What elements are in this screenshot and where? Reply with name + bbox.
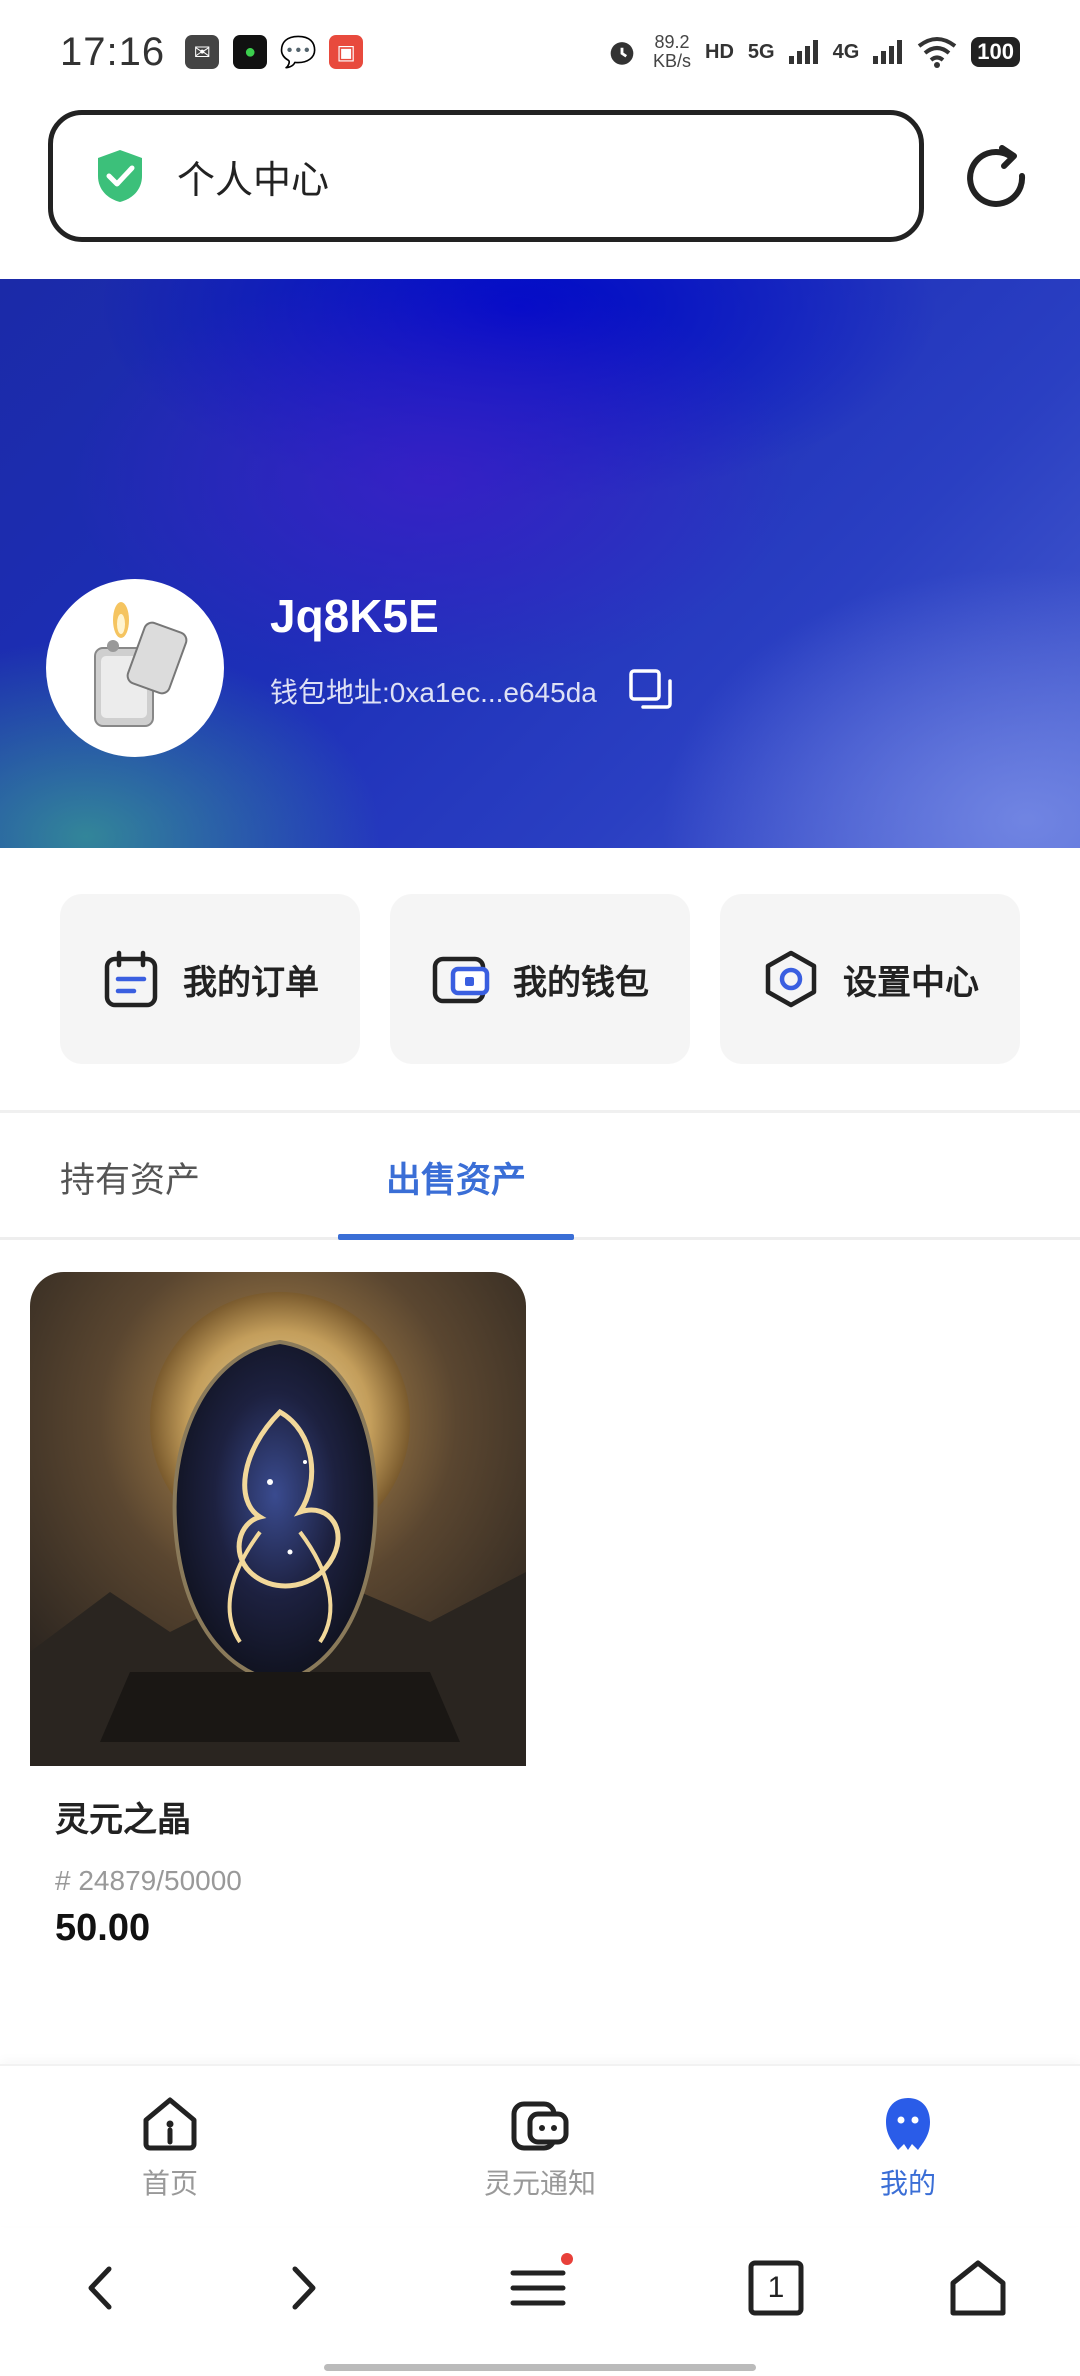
my-orders-label: 我的订单 <box>183 963 319 1002</box>
forward-button[interactable] <box>264 2248 344 2328</box>
tab-selling-assets[interactable]: 出售资产 <box>338 1114 574 1240</box>
wallet-address-row: 钱包地址:0xa1ec...e645da <box>270 667 675 715</box>
hexagon-settings-icon <box>765 950 817 1008</box>
order-calendar-icon <box>104 950 158 1008</box>
menu-icon <box>510 2253 573 2306</box>
refresh-icon[interactable] <box>962 142 1030 210</box>
tab-count: 1 <box>767 2271 785 2304</box>
home-icon <box>143 2097 197 2151</box>
nav-notice[interactable]: 灵元通知 <box>420 2066 660 2228</box>
asset-price: 50.00 <box>55 1907 151 1949</box>
tab-holding-assets[interactable]: 持有资产 <box>60 1114 260 1240</box>
divider <box>0 1110 1080 1113</box>
my-orders-button[interactable]: 我的订单 <box>60 894 360 1064</box>
address-bar[interactable]: 个人中心 <box>48 110 924 242</box>
username: Jq8K5E <box>270 590 439 642</box>
asset-tabs: 持有资产 出售资产 <box>0 1114 1080 1240</box>
wallet-address: 钱包地址:0xa1ec...e645da <box>270 677 597 708</box>
notification-icons: ✉ ● 💬 ▣ <box>185 35 364 69</box>
net-speed-value: 89.2 <box>654 32 690 52</box>
nav-home-label: 首页 <box>141 2168 198 2199</box>
asset-image <box>30 1272 526 1766</box>
signal-bars-icon <box>788 40 818 64</box>
settings-center-label: 设置中心 <box>843 963 979 1002</box>
chevron-left-icon <box>88 2266 112 2310</box>
profile-ghost-icon <box>886 2098 930 2150</box>
wifi-icon <box>918 37 957 68</box>
bottle-app-icon: ● <box>233 35 268 69</box>
net-speed-unit: KB/s <box>653 51 692 71</box>
lighter-avatar-icon <box>94 602 188 727</box>
battery-indicator: 100 <box>971 37 1020 67</box>
alarm-icon <box>610 42 634 65</box>
status-time: 17:16 <box>60 29 166 74</box>
asset-serial: # 24879/50000 <box>55 1865 242 1896</box>
nav-notice-label: 灵元通知 <box>483 2168 596 2199</box>
tabs-button[interactable]: 1 <box>736 2248 816 2328</box>
net-speed: 89.2 KB/s <box>653 33 691 71</box>
nav-mine-label: 我的 <box>879 2168 936 2199</box>
wallet-icon <box>432 956 490 1004</box>
settings-center-button[interactable]: 设置中心 <box>720 894 1020 1064</box>
browser-nav: 1 <box>0 2228 1080 2376</box>
status-right: 89.2 KB/s HD 5G 4G 100 <box>605 33 1020 71</box>
profile-banner: Jq8K5E 钱包地址:0xa1ec...e645da <box>0 279 1080 848</box>
asset-name: 灵元之晶 <box>55 1801 191 1839</box>
signal-4g-label: 4G <box>832 40 860 63</box>
quick-actions: 我的订单 我的钱包 设置中心 <box>60 894 1020 1064</box>
back-button[interactable] <box>60 2248 140 2328</box>
mail-app-icon: ✉ <box>185 35 220 69</box>
bottom-nav: 首页 灵元通知 我的 <box>0 2064 1080 2226</box>
asset-card[interactable]: 灵元之晶 # 24879/50000 50.00 <box>30 1272 526 1950</box>
notification-chat-icon <box>511 2101 569 2151</box>
signal-bars-icon <box>873 40 903 64</box>
tab-active-indicator <box>338 1234 574 1240</box>
copy-icon[interactable] <box>627 667 675 715</box>
hd-badge: HD <box>705 40 734 63</box>
browser-home-button[interactable] <box>938 2248 1018 2328</box>
gesture-bar <box>324 2364 756 2371</box>
chevron-right-icon <box>292 2266 316 2310</box>
chat-bubble-icon: 💬 <box>279 35 317 69</box>
signal-5g-label: 5G <box>747 40 775 63</box>
page-title: 个人中心 <box>177 159 330 202</box>
my-wallet-label: 我的钱包 <box>513 963 649 1002</box>
avatar[interactable] <box>46 579 224 757</box>
red-app-icon: ▣ <box>329 35 364 69</box>
status-bar: 17:16 ✉ ● 💬 ▣ 89.2 KB/s HD 5G 4G 100 <box>0 0 1080 104</box>
shield-check-icon <box>98 150 142 202</box>
nav-mine[interactable]: 我的 <box>788 2066 1028 2228</box>
menu-button[interactable] <box>498 2248 578 2328</box>
nav-home[interactable]: 首页 <box>50 2066 290 2228</box>
browser-home-icon <box>950 2260 1006 2316</box>
my-wallet-button[interactable]: 我的钱包 <box>390 894 690 1064</box>
